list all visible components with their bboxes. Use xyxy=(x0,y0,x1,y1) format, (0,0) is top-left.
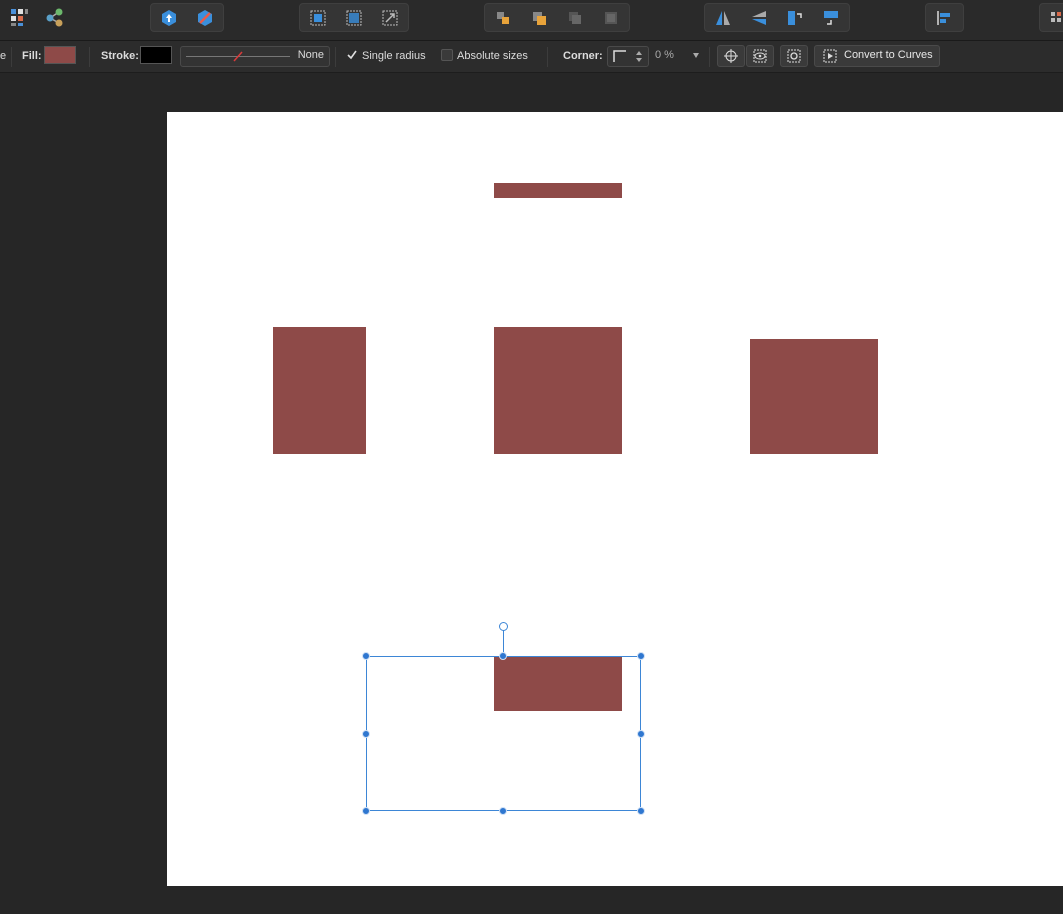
resize-handle-top-right[interactable] xyxy=(637,652,645,660)
arrange-forward-icon[interactable] xyxy=(522,4,556,31)
absolute-sizes-label: Absolute sizes xyxy=(457,50,528,62)
rectangle-shape[interactable] xyxy=(494,327,622,454)
resize-handle-bottom-right[interactable] xyxy=(637,807,645,815)
separator xyxy=(709,47,710,67)
stroke-style-value: None xyxy=(297,49,324,61)
arrange-group xyxy=(484,3,630,32)
select-grid-icon[interactable] xyxy=(301,4,335,31)
corner-percent-field[interactable]: 0 % xyxy=(651,46,703,65)
convert-to-curves-button[interactable]: Convert to Curves xyxy=(814,45,940,67)
cancel-badge-icon[interactable] xyxy=(188,4,222,31)
single-radius-label: Single radius xyxy=(362,50,426,62)
main-toolbar xyxy=(0,0,1063,41)
crosshair-icon xyxy=(724,49,738,63)
separator xyxy=(11,47,12,67)
arrange-front-icon[interactable] xyxy=(486,4,520,31)
more-grid-icon[interactable] xyxy=(1040,4,1063,31)
flip-vertical-icon[interactable] xyxy=(742,4,776,31)
selection-group xyxy=(299,3,409,32)
arrange-back-icon[interactable] xyxy=(594,4,628,31)
rectangle-shape[interactable] xyxy=(494,183,622,198)
selection-bounding-box[interactable] xyxy=(366,656,641,811)
stepper-arrows-icon xyxy=(636,51,642,62)
resize-handle-bottom[interactable] xyxy=(499,807,507,815)
grid-apps-icon[interactable] xyxy=(2,3,36,30)
target-button[interactable] xyxy=(717,45,745,67)
share-nodes-icon[interactable] xyxy=(38,3,72,30)
publish-group xyxy=(150,3,224,32)
truncated-label: e xyxy=(0,50,7,62)
rotate-left-icon[interactable] xyxy=(778,4,812,31)
stroke-label: Stroke: xyxy=(101,50,139,62)
flip-rotate-group xyxy=(704,3,850,32)
convert-curves-icon xyxy=(823,49,837,63)
resize-handle-left[interactable] xyxy=(362,730,370,738)
single-radius-checkbox[interactable] xyxy=(346,48,358,60)
fill-swatch[interactable] xyxy=(44,46,76,64)
stroke-swatch[interactable] xyxy=(140,46,172,64)
refresh-icon xyxy=(787,49,801,63)
rectangle-shape[interactable] xyxy=(750,339,878,454)
select-bounds-icon[interactable] xyxy=(337,4,371,31)
corner-type-selector[interactable] xyxy=(607,46,649,67)
rotation-handle[interactable] xyxy=(499,622,508,631)
absolute-sizes-checkbox[interactable] xyxy=(441,49,453,61)
separator xyxy=(547,47,548,67)
convert-to-curves-label: Convert to Curves xyxy=(844,49,933,61)
rotate-right-icon[interactable] xyxy=(814,4,848,31)
stroke-style-selector[interactable]: None xyxy=(180,46,330,67)
arrange-backward-icon[interactable] xyxy=(558,4,592,31)
rectangle-shape[interactable] xyxy=(273,327,366,454)
transform-icon[interactable] xyxy=(373,4,407,31)
eye-icon xyxy=(753,49,767,63)
more-group xyxy=(1039,3,1063,32)
separator xyxy=(335,47,336,67)
corner-label: Corner: xyxy=(563,50,603,62)
flip-horizontal-icon[interactable] xyxy=(706,4,740,31)
resize-handle-top[interactable] xyxy=(499,652,507,660)
stroke-preview-icon xyxy=(186,51,290,62)
view-button[interactable] xyxy=(746,45,774,67)
cycle-button[interactable] xyxy=(780,45,808,67)
corner-percent-value: 0 % xyxy=(655,49,674,61)
resize-handle-bottom-left[interactable] xyxy=(362,807,370,815)
align-left-icon[interactable] xyxy=(927,4,961,31)
publish-icon[interactable] xyxy=(152,4,186,31)
fill-label: Fill: xyxy=(22,50,42,62)
checkmark-icon xyxy=(347,50,357,60)
resize-handle-right[interactable] xyxy=(637,730,645,738)
context-toolbar: e Fill: Stroke: None Single radius Absol… xyxy=(0,41,1063,73)
align-group xyxy=(925,3,964,32)
chevron-down-icon xyxy=(693,53,699,58)
corner-type-icon xyxy=(613,50,626,62)
separator xyxy=(89,47,90,67)
resize-handle-top-left[interactable] xyxy=(362,652,370,660)
